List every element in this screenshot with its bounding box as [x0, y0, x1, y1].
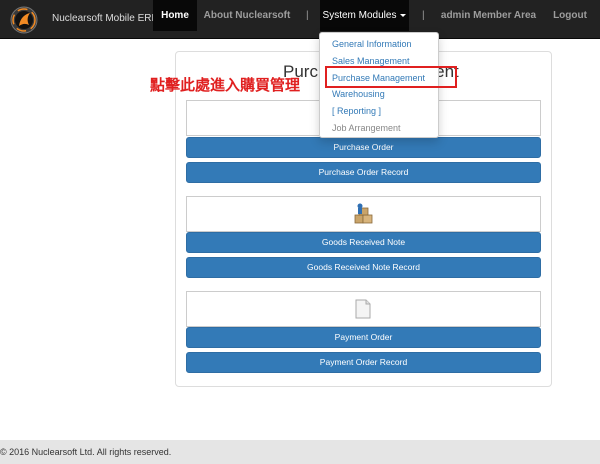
- nav-logout[interactable]: Logout: [548, 0, 592, 31]
- nav-system-modules-label: System Modules: [322, 10, 397, 21]
- nav-separator: |: [422, 10, 425, 21]
- annotation-text: 點擊此處進入購買管理: [150, 76, 301, 94]
- nav-separator: |: [306, 10, 309, 21]
- caret-down-icon: [400, 13, 407, 17]
- copyright-text: © 2016 Nuclearsoft Ltd. All rights reser…: [0, 447, 172, 457]
- menu-item-reporting[interactable]: [ Reporting ]: [332, 106, 381, 116]
- document-icon: [355, 299, 371, 319]
- nav-member-area[interactable]: admin Member Area: [440, 0, 537, 31]
- goods-received-note-record-button[interactable]: Goods Received Note Record: [186, 257, 541, 278]
- top-navbar: Nuclearsoft Mobile ERP Home About Nuclea…: [0, 0, 600, 39]
- goods-received-note-button[interactable]: Goods Received Note: [186, 232, 541, 253]
- nav-system-modules[interactable]: System Modules: [320, 0, 409, 31]
- nav-home[interactable]: Home: [153, 0, 197, 31]
- icon-box: [186, 196, 541, 232]
- footer: © 2016 Nuclearsoft Ltd. All rights reser…: [0, 440, 600, 464]
- icon-box: [186, 291, 541, 327]
- purchase-order-record-button[interactable]: Purchase Order Record: [186, 162, 541, 183]
- payment-order-button[interactable]: Payment Order: [186, 327, 541, 348]
- menu-item-sales-management[interactable]: Sales Management: [332, 56, 410, 66]
- highlight-box: [325, 66, 457, 88]
- payment-order-record-button[interactable]: Payment Order Record: [186, 352, 541, 373]
- brand-name[interactable]: Nuclearsoft Mobile ERP: [52, 13, 158, 24]
- menu-item-warehousing[interactable]: Warehousing: [332, 89, 385, 99]
- logo-icon[interactable]: [10, 6, 38, 34]
- boxes-icon: [354, 203, 373, 224]
- nav-about[interactable]: About Nuclearsoft: [200, 0, 294, 31]
- menu-item-general-information[interactable]: General Information: [332, 39, 412, 49]
- menu-item-job-arrangement[interactable]: Job Arrangement: [332, 123, 401, 133]
- purchase-order-button[interactable]: Purchase Order: [186, 137, 541, 158]
